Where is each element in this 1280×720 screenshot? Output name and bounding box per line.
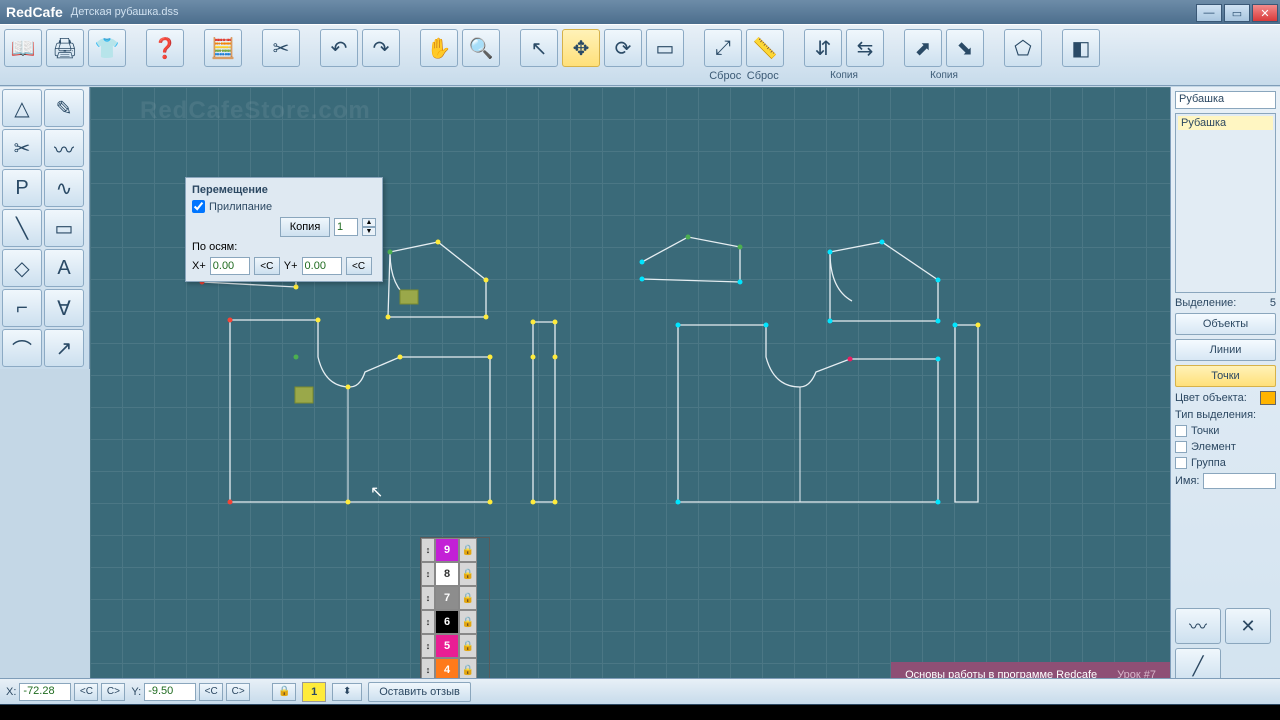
- list-item[interactable]: Рубашка: [1178, 116, 1273, 130]
- ruler-button[interactable]: 📏: [746, 29, 784, 67]
- arrow-tool[interactable]: ↗: [44, 329, 84, 367]
- layer-arrow[interactable]: ↕: [421, 610, 435, 634]
- layer-arrow[interactable]: ↕: [421, 538, 435, 562]
- layer-picker[interactable]: ⬍: [332, 683, 362, 701]
- lock-icon[interactable]: 🔒: [272, 683, 296, 701]
- status-bar: X: -72.28 <C C> Y: -9.50 <C C> 🔒 1 ⬍ Ост…: [0, 678, 1280, 704]
- corner-tool[interactable]: ⌐: [2, 289, 42, 327]
- curve-mode-button[interactable]: 〰: [1175, 608, 1221, 644]
- cb-points[interactable]: Точки: [1175, 425, 1276, 437]
- calculator-button[interactable]: 🧮: [204, 29, 242, 67]
- move-panel-title: Перемещение: [192, 182, 376, 200]
- close-button[interactable]: ✕: [1252, 4, 1278, 22]
- lines-button[interactable]: Линии: [1175, 339, 1276, 361]
- layer-arrow[interactable]: ↕: [421, 586, 435, 610]
- zoom-button[interactable]: 🔍: [462, 29, 500, 67]
- pan-button[interactable]: ✋: [420, 29, 458, 67]
- text-tool[interactable]: A: [44, 249, 84, 287]
- layer-swatch-5[interactable]: 5: [435, 634, 459, 658]
- move-y-input[interactable]: [302, 257, 342, 275]
- main-toolbar: 📖 🖨 👕 ❓ 🧮 ✂ ↶ ↷ ✋ 🔍 ↖ ✥ ⟳ ▭ ⤢ 📏 Сброс Сб…: [0, 24, 1280, 86]
- y-lc-button[interactable]: <C: [346, 257, 372, 275]
- right-panel: Рубашка Рубашка Выделение: 5 Объекты Лин…: [1170, 87, 1280, 688]
- help-button[interactable]: ❓: [146, 29, 184, 67]
- line-tool[interactable]: ╲: [2, 209, 42, 247]
- layer-lock[interactable]: 🔒: [459, 586, 477, 610]
- titlebar: RedCafe Детская рубашка.dss — ▭ ✕: [0, 0, 1280, 24]
- coord-y: -9.50: [144, 683, 196, 701]
- spin-down[interactable]: ▼: [362, 227, 376, 236]
- move-button[interactable]: ✥: [562, 29, 600, 67]
- y-lc[interactable]: <C: [199, 683, 223, 701]
- layer-arrow[interactable]: ↕: [421, 562, 435, 586]
- triangle-tool[interactable]: △: [2, 89, 42, 127]
- shape1-button[interactable]: ⬠: [1004, 29, 1042, 67]
- detach-button[interactable]: ⬊: [946, 29, 984, 67]
- mirror-diag-button[interactable]: ⤢: [704, 29, 742, 67]
- file-name: Детская рубашка.dss: [71, 6, 179, 18]
- current-layer[interactable]: 1: [302, 682, 326, 702]
- shape2-button[interactable]: ◧: [1062, 29, 1100, 67]
- cursor-icon: ↖: [370, 482, 383, 502]
- layer-swatch-8[interactable]: 8: [435, 562, 459, 586]
- x-lc[interactable]: <C: [74, 683, 98, 701]
- layer-lock[interactable]: 🔒: [459, 634, 477, 658]
- move-x-input[interactable]: [210, 257, 250, 275]
- feedback-button[interactable]: Оставить отзыв: [368, 682, 471, 702]
- y-cg[interactable]: C>: [226, 683, 250, 701]
- delete-button[interactable]: ✂: [262, 29, 300, 67]
- left-toolbar: △ ✎ ✂ 〰 P ∿ ╲ ▭ ◇ A ⌐ Ɐ ⌒ ↗: [0, 87, 90, 369]
- copy-button[interactable]: Копия: [280, 217, 330, 237]
- scissor-tool[interactable]: ✂: [2, 129, 42, 167]
- polygon-tool[interactable]: ◇: [2, 249, 42, 287]
- coord-x: -72.28: [19, 683, 71, 701]
- print-button[interactable]: 🖨: [46, 29, 84, 67]
- pen-tool[interactable]: ✎: [44, 89, 84, 127]
- layer-lock[interactable]: 🔒: [459, 562, 477, 586]
- garment-button[interactable]: 👕: [88, 29, 126, 67]
- mirror-h-button[interactable]: ⇆: [846, 29, 884, 67]
- curve2-tool[interactable]: ∿: [44, 169, 84, 207]
- undo-button[interactable]: ↶: [320, 29, 358, 67]
- layer-lock[interactable]: 🔒: [459, 610, 477, 634]
- rect-tool[interactable]: ▭: [44, 209, 84, 247]
- p-tool[interactable]: P: [2, 169, 42, 207]
- name-input[interactable]: [1203, 473, 1276, 489]
- arc-tool[interactable]: ⌒: [2, 329, 42, 367]
- curve1-tool[interactable]: 〰: [44, 129, 84, 167]
- snap-checkbox[interactable]: Прилипание: [192, 200, 376, 213]
- select-button[interactable]: ↖: [520, 29, 558, 67]
- spin-up[interactable]: ▲: [362, 218, 376, 227]
- rotate-button[interactable]: ⟳: [604, 29, 642, 67]
- object-list[interactable]: Рубашка: [1175, 113, 1276, 293]
- scale-button[interactable]: ▭: [646, 29, 684, 67]
- layer-swatch-6[interactable]: 6: [435, 610, 459, 634]
- cross-mode-button[interactable]: ✕: [1225, 608, 1271, 644]
- a2-tool[interactable]: Ɐ: [44, 289, 84, 327]
- x-lc-button[interactable]: <C: [254, 257, 280, 275]
- cb-element[interactable]: Элемент: [1175, 441, 1276, 453]
- copy-count-input[interactable]: [334, 218, 358, 236]
- move-panel[interactable]: Перемещение Прилипание Копия ▲▼ По осям:…: [185, 177, 383, 282]
- objects-button[interactable]: Объекты: [1175, 313, 1276, 335]
- layer-arrow[interactable]: ↕: [421, 634, 435, 658]
- mirror-v-button[interactable]: ⇵: [804, 29, 842, 67]
- x-cg[interactable]: C>: [101, 683, 125, 701]
- redo-button[interactable]: ↷: [362, 29, 400, 67]
- layer-swatch-9[interactable]: 9: [435, 538, 459, 562]
- cb-group[interactable]: Группа: [1175, 457, 1276, 469]
- maximize-button[interactable]: ▭: [1224, 4, 1250, 22]
- attach-button[interactable]: ⬈: [904, 29, 942, 67]
- app-name: RedCafe: [6, 4, 63, 20]
- object-color-swatch[interactable]: [1260, 391, 1276, 405]
- points-button[interactable]: Точки: [1175, 365, 1276, 387]
- minimize-button[interactable]: —: [1196, 4, 1222, 22]
- layer-lock[interactable]: 🔒: [459, 538, 477, 562]
- layer-popup[interactable]: ↕ 9 🔒↕ 8 🔒↕ 7 🔒↕ 6 🔒↕ 5 🔒↕ 4 🔒↕ 3 🔒↕ 2 🔒…: [420, 537, 490, 688]
- layer-swatch-7[interactable]: 7: [435, 586, 459, 610]
- file-open-button[interactable]: 📖: [4, 29, 42, 67]
- object-name-field[interactable]: Рубашка: [1175, 91, 1276, 109]
- canvas[interactable]: RedCafeStore.com Перемещение Прилип: [90, 87, 1170, 688]
